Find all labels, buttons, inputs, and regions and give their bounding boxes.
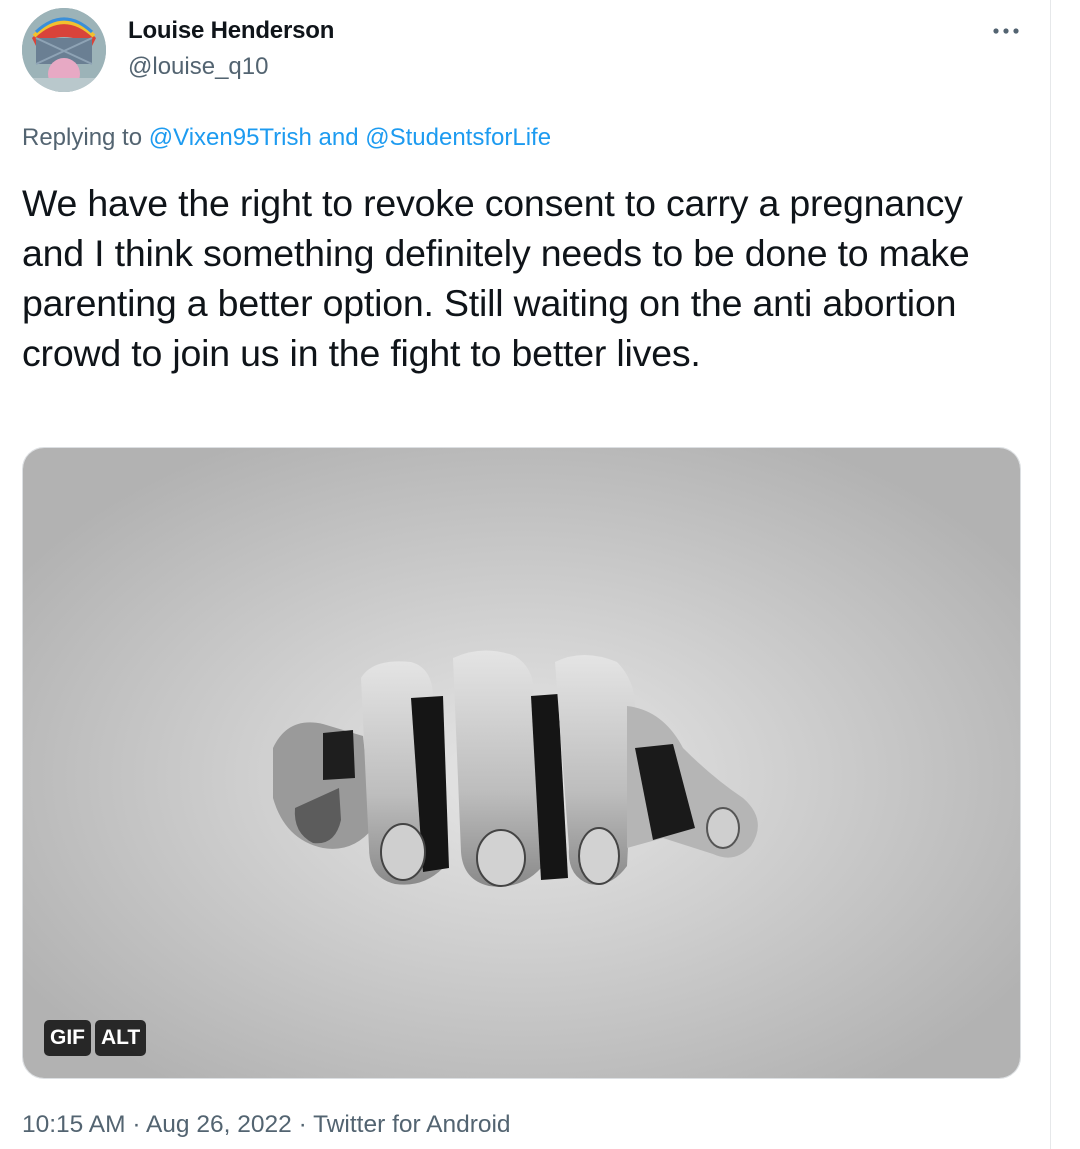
author-name[interactable]: Louise Henderson (128, 17, 334, 45)
tweet-source[interactable]: Twitter for Android (313, 1111, 510, 1138)
replying-to: Replying to @Vixen95Trish and @Studentsf… (22, 124, 551, 152)
meta-separator-2: · (298, 1111, 307, 1138)
tweet-meta: 10:15 AM · Aug 26, 2022 · Twitter for An… (22, 1111, 511, 1139)
more-horizontal-icon (993, 28, 1019, 34)
meta-separator-1: · (132, 1111, 141, 1138)
tweet-text: We have the right to revoke consent to c… (22, 182, 970, 374)
replying-prefix: Replying to (22, 124, 143, 151)
gif-badge: GIF (44, 1020, 91, 1056)
author-handle[interactable]: @louise_q10 (128, 53, 268, 81)
alt-badge[interactable]: ALT (95, 1020, 147, 1056)
reply-mention-and[interactable]: and (319, 124, 359, 151)
tweet-media-gif[interactable] (22, 447, 1021, 1079)
timeline-border (1050, 0, 1051, 1149)
tweet-time[interactable]: 10:15 AM (22, 1111, 126, 1138)
tweet-date[interactable]: Aug 26, 2022 (146, 1111, 292, 1138)
reply-mention-vixen95trish[interactable]: @Vixen95Trish (149, 124, 312, 151)
more-options-button[interactable] (986, 14, 1026, 48)
reply-mention-studentsforlife[interactable]: @StudentsforLife (365, 124, 551, 151)
media-badges: GIF ALT (44, 1020, 147, 1056)
avatar[interactable] (22, 8, 106, 92)
